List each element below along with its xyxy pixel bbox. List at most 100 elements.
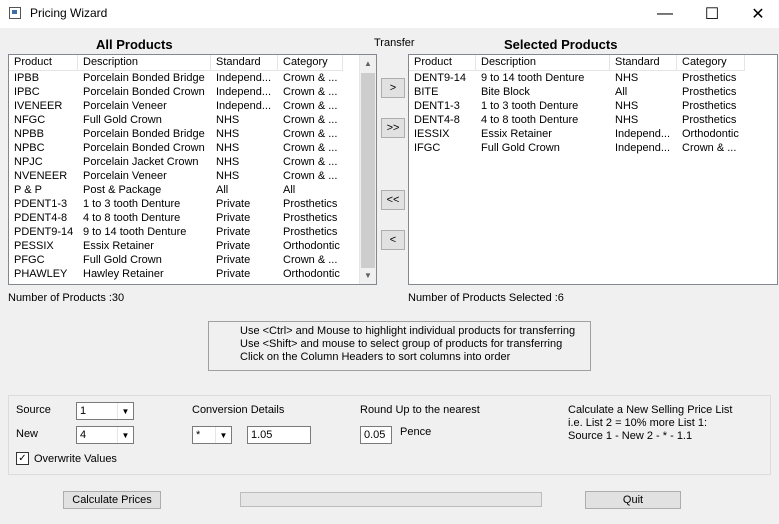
title-bar: Pricing Wizard — ☐ ✕ [0,0,779,28]
selected-products-count: Number of Products Selected :6 [408,292,564,304]
table-cell: Prosthetics [283,198,338,210]
column-header-description[interactable]: Description [78,55,211,71]
factor-input[interactable]: 1.05 [247,426,311,444]
table-cell: Essix Retainer [83,240,154,252]
table-row[interactable]: PFGC Full Gold Crown Private Crown & ... [9,253,343,267]
source-select[interactable]: 1 ▼ [76,402,134,420]
table-cell: NVENEER [14,170,68,182]
table-row[interactable]: PDENT1-3 1 to 3 tooth Denture Private Prost… [9,197,343,211]
remove-selected-button[interactable]: < [381,230,405,250]
table-cell: NHS [216,114,240,126]
operator-value: * [196,429,201,441]
table-cell: Hawley Retainer [83,268,164,280]
table-row[interactable]: PDENT9-14 9 to 14 tooth Denture Private Pro… [9,225,343,239]
table-row[interactable]: PDENT4-8 4 to 8 tooth Denture Private Prost… [9,211,343,225]
table-row[interactable]: DENT4-8 4 to 8 tooth Denture NHS Prosthetic… [409,113,745,127]
table-cell: IVENEER [14,100,63,112]
all-products-count: Number of Products :30 [8,292,125,304]
table-row[interactable]: BITE Bite Block All Prosthetics [409,85,745,99]
table-cell: Crown & ... [283,156,338,168]
round-input[interactable]: 0.05 [360,426,392,444]
table-row[interactable]: PESSIX Essix Retainer Private Orthodontic [9,239,343,253]
column-header-description[interactable]: Description [476,55,610,71]
table-cell: Private [216,240,251,252]
quit-button[interactable]: Quit [585,491,681,509]
calculate-prices-button[interactable]: Calculate Prices [63,491,161,509]
remove-all-button[interactable]: << [381,190,405,210]
column-header-standard[interactable]: Standard [211,55,278,71]
chevron-down-icon[interactable]: ▼ [117,403,133,419]
table-row[interactable]: DENT1-3 1 to 3 tooth Denture NHS Prosthetic… [409,99,745,113]
table-cell: Independ... [216,72,272,84]
table-cell: Crown & ... [283,142,338,154]
operator-select[interactable]: * ▼ [192,426,232,444]
table-cell: DENT4-8 [414,114,460,126]
table-cell: DENT9-14 [414,72,466,84]
column-header-category[interactable]: Category [677,55,745,71]
table-row[interactable]: NPBC Porcelain Bonded Crown NHS Crown & ... [9,141,343,155]
table-cell: Porcelain Veneer [83,170,167,182]
table-cell: 4 to 8 tooth Denture [83,212,181,224]
new-select[interactable]: 4 ▼ [76,426,134,444]
table-cell: 1 to 3 tooth Denture [83,198,181,210]
table-row[interactable]: IFGC Full Gold Crown Independ... Crown & ..… [409,141,745,155]
table-cell: Independ... [615,128,671,140]
all-products-scrollbar[interactable]: ▲ ▼ [359,55,376,284]
table-cell: IESSIX [414,128,450,140]
scroll-up-icon[interactable]: ▲ [360,55,376,72]
table-cell: Porcelain Bonded Bridge [83,128,205,140]
table-cell: All [283,184,296,196]
minimize-button[interactable]: — [642,0,688,28]
table-row[interactable]: IESSIX Essix Retainer Independ... Orthodont… [409,127,745,141]
conversion-label: Conversion Details [192,404,285,416]
table-cell: PDENT4-8 [14,212,68,224]
table-row[interactable]: P & P Post & Package All All [9,183,343,197]
table-cell: NHS [216,128,240,140]
move-all-button[interactable]: >> [381,118,405,138]
round-unit: Pence [400,426,432,438]
table-cell: Full Gold Crown [481,142,560,154]
table-cell: 4 to 8 tooth Denture [481,114,579,126]
table-cell: Crown & ... [283,128,338,140]
table-row[interactable]: NFGC Full Gold Crown NHS Crown & ... [9,113,343,127]
all-products-list[interactable]: Product Description Standard Category IP… [8,54,377,285]
table-row[interactable]: PHAWLEY Hawley Retainer Private Orthodontic [9,267,343,281]
column-header-product[interactable]: Product [9,55,78,71]
instruction-line: Use <Shift> and mouse to select group of… [240,338,563,350]
table-row[interactable]: DENT9-14 9 to 14 tooth Denture NHS Prosthet… [409,71,745,85]
table-cell: P & P [14,184,42,196]
column-header-product[interactable]: Product [409,55,476,71]
table-row[interactable]: IVENEER Porcelain Veneer Independ... Crown … [9,99,343,113]
table-cell: 9 to 14 tooth Denture [83,226,187,238]
table-row[interactable]: NPJC Porcelain Jacket Crown NHS Crown & ... [9,155,343,169]
chevron-down-icon[interactable]: ▼ [117,427,133,443]
table-row[interactable]: IPBB Porcelain Bonded Bridge Independ... Cr… [9,71,343,85]
table-cell: IFGC [414,142,441,154]
table-cell: NFGC [14,114,46,126]
table-row[interactable]: NPBB Porcelain Bonded Bridge NHS Crown & ..… [9,127,343,141]
selected-products-list[interactable]: Product Description Standard Category DE… [408,54,778,285]
table-cell: DENT1-3 [414,100,460,112]
close-button[interactable]: ✕ [735,0,779,28]
table-cell: NHS [216,170,240,182]
selected-products-title: Selected Products [504,37,618,52]
table-cell: BITE [414,86,439,98]
column-header-standard[interactable]: Standard [610,55,677,71]
scroll-thumb[interactable] [361,73,375,268]
transfer-label: Transfer [374,37,415,49]
table-row[interactable]: NVENEER Porcelain Veneer NHS Crown & ... [9,169,343,183]
scroll-down-icon[interactable]: ▼ [360,267,376,284]
overwrite-checkbox[interactable]: ✓ [16,452,29,465]
move-selected-button[interactable]: > [381,78,405,98]
table-cell: Prosthetics [283,226,338,238]
table-row[interactable]: IPBC Porcelain Bonded Crown Independ... Cro… [9,85,343,99]
column-header-category[interactable]: Category [278,55,343,71]
all-products-header: Product Description Standard Category [9,55,343,71]
table-cell: NHS [216,142,240,154]
table-cell: NHS [216,156,240,168]
table-cell: Private [216,254,251,266]
maximize-button[interactable]: ☐ [689,0,735,28]
info-line: i.e. List 2 = 10% more List 1: [568,417,708,429]
chevron-down-icon[interactable]: ▼ [215,427,231,443]
selected-products-rows: DENT9-14 9 to 14 tooth Denture NHS Prosthet… [409,71,745,155]
